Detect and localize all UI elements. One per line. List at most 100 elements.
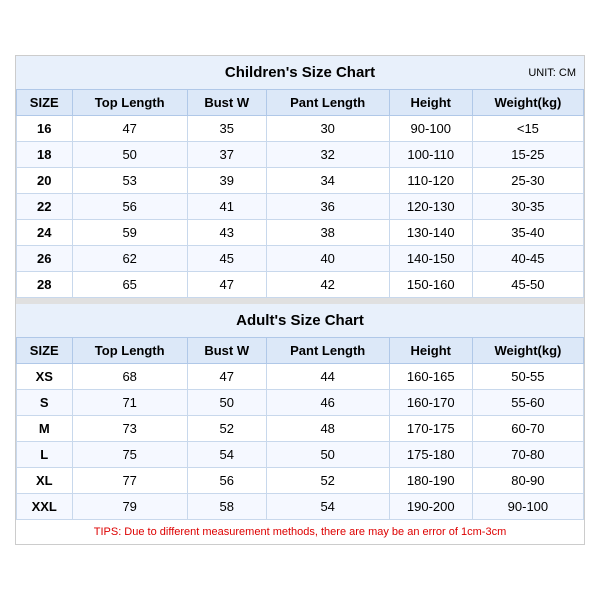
table-row: 24594338130-14035-40: [17, 220, 584, 246]
table-cell: 22: [17, 194, 73, 220]
col-height-adult: Height: [389, 338, 472, 364]
table-cell: 43: [187, 220, 266, 246]
table-row: XXL795854190-20090-100: [17, 494, 584, 520]
table-cell: 47: [72, 116, 187, 142]
table-cell: 56: [72, 194, 187, 220]
table-cell: 25-30: [472, 168, 583, 194]
table-cell: 45: [187, 246, 266, 272]
table-cell: M: [17, 416, 73, 442]
table-cell: 130-140: [389, 220, 472, 246]
table-cell: 45-50: [472, 272, 583, 298]
table-cell: 110-120: [389, 168, 472, 194]
unit-label: UNIT: CM: [528, 67, 576, 79]
table-cell: 44: [266, 364, 389, 390]
table-cell: <15: [472, 116, 583, 142]
table-cell: 15-25: [472, 142, 583, 168]
table-cell: 16: [17, 116, 73, 142]
adult-table: SIZE Top Length Bust W Pant Length Heigh…: [16, 337, 584, 520]
table-cell: 40: [266, 246, 389, 272]
table-cell: L: [17, 442, 73, 468]
children-section-header: Children's Size Chart UNIT: CM: [16, 56, 584, 89]
table-cell: 30-35: [472, 194, 583, 220]
table-cell: 26: [17, 246, 73, 272]
col-height: Height: [389, 90, 472, 116]
table-cell: 79: [72, 494, 187, 520]
table-cell: 75: [72, 442, 187, 468]
table-cell: 56: [187, 468, 266, 494]
table-cell: 175-180: [389, 442, 472, 468]
table-cell: 59: [72, 220, 187, 246]
table-cell: 37: [187, 142, 266, 168]
table-cell: 28: [17, 272, 73, 298]
table-cell: 18: [17, 142, 73, 168]
table-cell: 50-55: [472, 364, 583, 390]
col-top-length-adult: Top Length: [72, 338, 187, 364]
col-weight-adult: Weight(kg): [472, 338, 583, 364]
table-cell: 50: [266, 442, 389, 468]
adult-section-header: Adult's Size Chart: [16, 304, 584, 337]
table-row: M735248170-17560-70: [17, 416, 584, 442]
table-cell: 50: [72, 142, 187, 168]
table-cell: 90-100: [472, 494, 583, 520]
table-cell: S: [17, 390, 73, 416]
table-cell: 160-170: [389, 390, 472, 416]
table-row: 28654742150-16045-50: [17, 272, 584, 298]
table-cell: 77: [72, 468, 187, 494]
table-cell: 35-40: [472, 220, 583, 246]
col-pant-length: Pant Length: [266, 90, 389, 116]
table-cell: 180-190: [389, 468, 472, 494]
table-cell: 35: [187, 116, 266, 142]
table-cell: 90-100: [389, 116, 472, 142]
table-cell: 54: [187, 442, 266, 468]
children-table: SIZE Top Length Bust W Pant Length Heigh…: [16, 89, 584, 298]
table-cell: 140-150: [389, 246, 472, 272]
table-row: 22564136120-13030-35: [17, 194, 584, 220]
col-pant-length-adult: Pant Length: [266, 338, 389, 364]
table-cell: 71: [72, 390, 187, 416]
table-cell: 73: [72, 416, 187, 442]
adult-header-row: SIZE Top Length Bust W Pant Length Heigh…: [17, 338, 584, 364]
col-bust-w-adult: Bust W: [187, 338, 266, 364]
table-cell: 39: [187, 168, 266, 194]
table-row: XL775652180-19080-90: [17, 468, 584, 494]
children-header-row: SIZE Top Length Bust W Pant Length Heigh…: [17, 90, 584, 116]
table-cell: 38: [266, 220, 389, 246]
adult-title: Adult's Size Chart: [236, 312, 364, 329]
table-cell: 62: [72, 246, 187, 272]
table-cell: XL: [17, 468, 73, 494]
table-cell: 53: [72, 168, 187, 194]
table-cell: 65: [72, 272, 187, 298]
table-cell: 60-70: [472, 416, 583, 442]
table-cell: 58: [187, 494, 266, 520]
col-weight: Weight(kg): [472, 90, 583, 116]
col-size-adult: SIZE: [17, 338, 73, 364]
table-cell: 55-60: [472, 390, 583, 416]
table-cell: 32: [266, 142, 389, 168]
table-cell: 170-175: [389, 416, 472, 442]
table-cell: 47: [187, 364, 266, 390]
table-cell: 48: [266, 416, 389, 442]
table-cell: 20: [17, 168, 73, 194]
table-cell: 47: [187, 272, 266, 298]
table-cell: 54: [266, 494, 389, 520]
table-cell: 52: [266, 468, 389, 494]
table-row: 18503732100-11015-25: [17, 142, 584, 168]
table-cell: 190-200: [389, 494, 472, 520]
table-cell: 36: [266, 194, 389, 220]
table-cell: 52: [187, 416, 266, 442]
col-top-length: Top Length: [72, 90, 187, 116]
table-cell: 150-160: [389, 272, 472, 298]
table-cell: 42: [266, 272, 389, 298]
tips-text: TIPS: Due to different measurement metho…: [16, 520, 584, 544]
table-row: L755450175-18070-80: [17, 442, 584, 468]
col-bust-w: Bust W: [187, 90, 266, 116]
table-row: S715046160-17055-60: [17, 390, 584, 416]
table-row: 20533934110-12025-30: [17, 168, 584, 194]
table-cell: 100-110: [389, 142, 472, 168]
table-cell: 41: [187, 194, 266, 220]
table-cell: 30: [266, 116, 389, 142]
table-cell: 70-80: [472, 442, 583, 468]
table-cell: XS: [17, 364, 73, 390]
col-size: SIZE: [17, 90, 73, 116]
table-cell: 160-165: [389, 364, 472, 390]
